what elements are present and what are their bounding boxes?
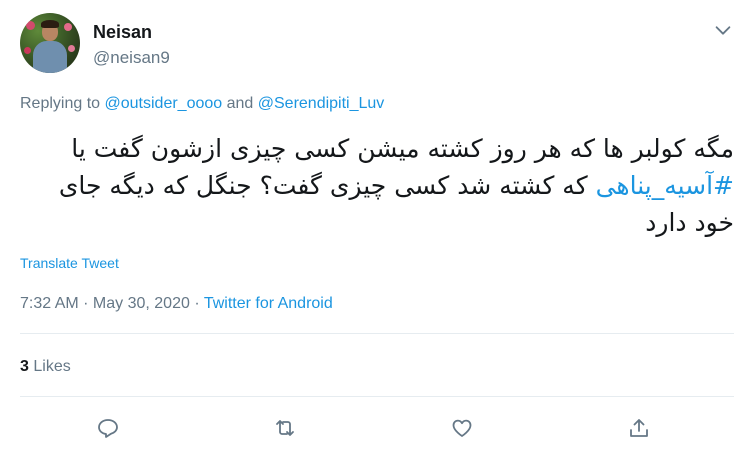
tweet-header: Neisan @neisan9: [20, 13, 734, 75]
chevron-down-icon[interactable]: [712, 19, 734, 41]
reply-mention-link[interactable]: @outsider_oooo: [105, 95, 223, 112]
tweet-source-link[interactable]: Twitter for Android: [204, 295, 333, 312]
meta-separator: ·: [189, 295, 204, 312]
tweet-date[interactable]: May 30, 2020: [93, 295, 190, 312]
retweet-button[interactable]: [271, 416, 299, 444]
heart-icon: [450, 416, 474, 445]
reply-icon: [96, 416, 120, 445]
avatar[interactable]: [20, 13, 80, 73]
like-button[interactable]: [448, 416, 476, 444]
likes-stat[interactable]: 3 Likes: [20, 358, 71, 376]
tweet-actions-bar: [20, 410, 734, 450]
tweet-metadata: 7:32 AM · May 30, 2020 · Twitter for And…: [20, 295, 333, 313]
meta-separator: ·: [78, 295, 93, 312]
reply-mention-link[interactable]: @Serendipiti_Luv: [258, 95, 385, 112]
divider: [20, 396, 734, 397]
reply-button[interactable]: [94, 416, 122, 444]
author-handle[interactable]: @neisan9: [93, 48, 170, 68]
author-display-name[interactable]: Neisan: [93, 22, 152, 43]
tweet-text-part: مگه کولبر ها که هر روز کشته میشن کسی چیز…: [71, 134, 734, 163]
replying-to-line: Replying to @outsider_oooo and @Serendip…: [20, 95, 384, 113]
likes-label: Likes: [33, 358, 71, 375]
translate-tweet-link[interactable]: Translate Tweet: [20, 255, 119, 271]
divider: [20, 333, 734, 334]
likes-count: 3: [20, 358, 29, 375]
retweet-icon: [273, 416, 297, 445]
share-icon: [627, 416, 651, 445]
share-button[interactable]: [625, 416, 653, 444]
tweet-text: مگه کولبر ها که هر روز کشته میشن کسی چیز…: [20, 130, 734, 241]
replying-prefix: Replying to: [20, 95, 105, 112]
hashtag-link[interactable]: #آسیه_پناهی: [596, 171, 734, 200]
tweet-time[interactable]: 7:32 AM: [20, 295, 79, 312]
replying-joiner: and: [222, 95, 258, 112]
